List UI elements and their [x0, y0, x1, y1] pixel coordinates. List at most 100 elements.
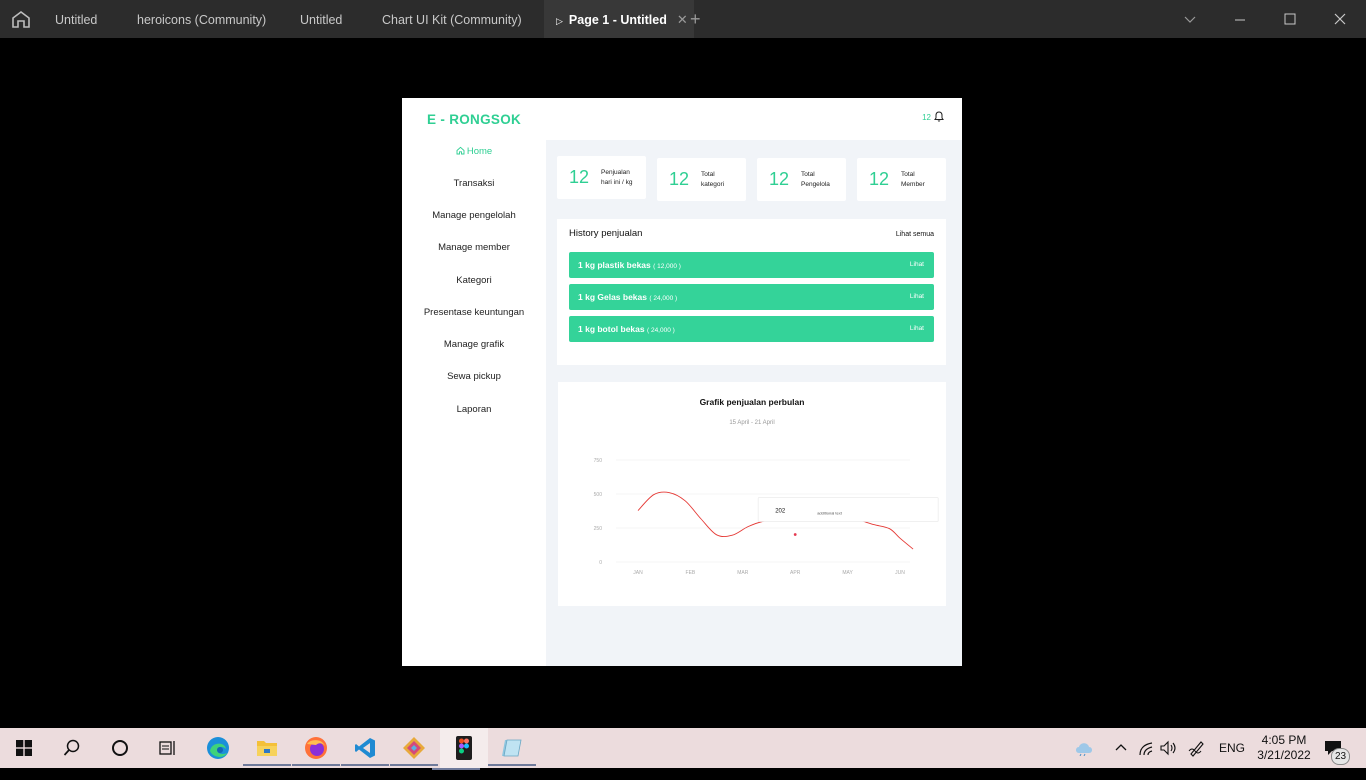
stat-label: Total [901, 171, 915, 178]
notification-area[interactable]: 12 [922, 111, 944, 124]
figma-icon[interactable] [432, 728, 488, 770]
y-tick-label: 250 [594, 526, 603, 532]
clock-date: 3/21/2022 [1257, 748, 1311, 762]
view-button[interactable]: Lihat [910, 293, 924, 300]
sidebar-item-label: Kategori [456, 275, 492, 286]
notepad-icon[interactable] [488, 732, 536, 766]
pen-icon[interactable] [1188, 739, 1206, 779]
sidebar-item-transaksi[interactable]: Transaksi [402, 178, 546, 189]
x-tick-label: JAN [633, 570, 643, 576]
close-tab-icon[interactable]: ✕ [677, 12, 688, 27]
sidebar-item-kategori[interactable]: Kategori [402, 275, 546, 286]
sidebar-item-label: Laporan [456, 404, 492, 415]
new-tab-plus-icon[interactable]: + [690, 9, 701, 30]
tab-untitled-2[interactable]: Untitled [300, 0, 342, 38]
clock-time: 4:05 PM [1261, 733, 1307, 747]
sidebar: Home Transaksi Manage pengelolah Manage … [402, 140, 546, 666]
history-item-qty: ( 24,000 ) [649, 295, 678, 302]
system-clock[interactable]: 4:05 PM 3/21/2022 [1254, 733, 1314, 763]
x-tick-label: APR [790, 570, 801, 576]
notification-badge: 23 [1331, 748, 1350, 765]
bell-icon[interactable] [934, 111, 944, 124]
chevron-up-icon[interactable] [1114, 740, 1128, 780]
app-header: E - RONGSOK 12 [402, 98, 962, 140]
stat-card-penjualan: 12 Penjualan hari ini / kg [557, 156, 646, 199]
stat-label: Member [901, 180, 925, 188]
x-tick-label: FEB [686, 570, 696, 576]
sidebar-item-label: Transaksi [453, 178, 495, 189]
tab-label: Chart UI Kit (Community) [382, 13, 522, 27]
sourcetree-icon[interactable] [390, 732, 438, 766]
history-row[interactable]: 1 kg botol bekas ( 24,000 ) Lihat [569, 316, 934, 342]
sidebar-item-manage-member[interactable]: Manage member [402, 242, 546, 253]
y-tick-label: 750 [594, 458, 603, 464]
stat-card-kategori: 12 Total kategori [657, 158, 746, 201]
close-window-icon[interactable] [1333, 10, 1347, 31]
history-item-qty: ( 12,000 ) [653, 263, 681, 270]
minimize-icon[interactable] [1233, 10, 1247, 31]
chevron-down-icon[interactable] [1183, 10, 1197, 31]
search-icon[interactable] [56, 732, 88, 764]
stat-label: kategori [701, 180, 725, 188]
tab-label: Untitled [55, 13, 98, 27]
sidebar-item-manage-pengelolah[interactable]: Manage pengelolah [402, 210, 546, 221]
home-icon[interactable] [10, 9, 32, 29]
firefox-icon[interactable] [292, 732, 340, 766]
history-row[interactable]: 1 kg plastik bekas ( 12,000 ) Lihat [569, 252, 934, 278]
home-icon [456, 146, 465, 155]
stat-label: Total [801, 171, 815, 178]
sidebar-item-label: Manage grafik [443, 339, 505, 350]
history-item-text: 1 kg Gelas bekas [578, 292, 647, 302]
sidebar-item-laporan[interactable]: Laporan [402, 404, 546, 415]
taskbar: ENG 4:05 PM 3/21/2022 23 [0, 728, 1366, 770]
sidebar-item-manage-grafik[interactable]: Manage grafik [402, 339, 546, 350]
tooltip-value: 202 [775, 509, 786, 515]
stat-card-member: 12 Total Member [857, 158, 946, 201]
sidebar-item-presentase-keuntungan[interactable]: Presentase keuntungan [402, 307, 546, 318]
file-explorer-icon[interactable] [243, 732, 291, 766]
edge-browser-icon[interactable] [202, 732, 234, 764]
tab-bar: Untitled heroicons (Community) Untitled … [0, 0, 1366, 38]
stat-value: 12 [668, 169, 690, 189]
tab-untitled-1[interactable]: Untitled [55, 0, 97, 38]
sidebar-item-sewa-pickup[interactable]: Sewa pickup [402, 371, 546, 382]
maximize-icon[interactable] [1283, 10, 1297, 31]
tab-label: Untitled [300, 13, 343, 27]
x-tick-label: JUN [895, 570, 905, 576]
tab-chart-ui-kit[interactable]: Chart UI Kit (Community) [382, 0, 522, 38]
volume-icon[interactable] [1160, 740, 1178, 780]
highlight-point [793, 533, 797, 536]
history-row[interactable]: 1 kg Gelas bekas ( 24,000 ) Lihat [569, 284, 934, 310]
y-tick-label: 0 [599, 560, 602, 566]
y-tick-label: 500 [594, 492, 603, 498]
stat-value: 12 [568, 167, 590, 187]
task-view-icon[interactable] [152, 732, 184, 764]
x-tick-label: MAR [737, 570, 749, 576]
language-indicator[interactable]: ENG [1219, 728, 1245, 768]
sidebar-item-label: Sewa pickup [447, 371, 501, 382]
view-button[interactable]: Lihat [910, 325, 924, 332]
play-icon: ▷ [556, 16, 563, 26]
stat-card-pengelola: 12 Total Pengelola [757, 158, 846, 201]
weather-icon[interactable] [1074, 740, 1096, 780]
history-item-text: 1 kg botol bekas [578, 324, 645, 334]
design-frame: E - RONGSOK 12 Home Transaksi Manage pen… [402, 98, 962, 666]
vscode-icon[interactable] [341, 732, 389, 766]
tab-page-1-active[interactable]: ▷ Page 1 - Untitled ✕ [544, 0, 694, 38]
view-button[interactable]: Lihat [910, 261, 924, 268]
see-all-link[interactable]: Lihat semua [896, 231, 934, 238]
tooltip-text: additional text [817, 511, 843, 516]
chart-card: Grafik penjualan perbulan 15 April - 21 … [558, 382, 946, 606]
stat-label: Penjualan [601, 169, 630, 176]
cortana-icon[interactable] [104, 732, 136, 764]
stat-label: hari ini / kg [601, 178, 633, 186]
sidebar-item-home[interactable]: Home [402, 146, 546, 157]
wifi-icon[interactable] [1138, 740, 1154, 780]
tab-label: heroicons (Community) [137, 13, 267, 27]
sidebar-item-label: Home [466, 146, 493, 157]
line-chart: 0 250 500 750 JAN FEB MAR APR MAY JUN 202 additiona… [594, 458, 939, 576]
sidebar-item-label: Manage pengelolah [432, 210, 516, 221]
notification-count: 12 [922, 113, 931, 122]
windows-start-icon[interactable] [8, 732, 40, 764]
tab-heroicons[interactable]: heroicons (Community) [137, 0, 266, 38]
